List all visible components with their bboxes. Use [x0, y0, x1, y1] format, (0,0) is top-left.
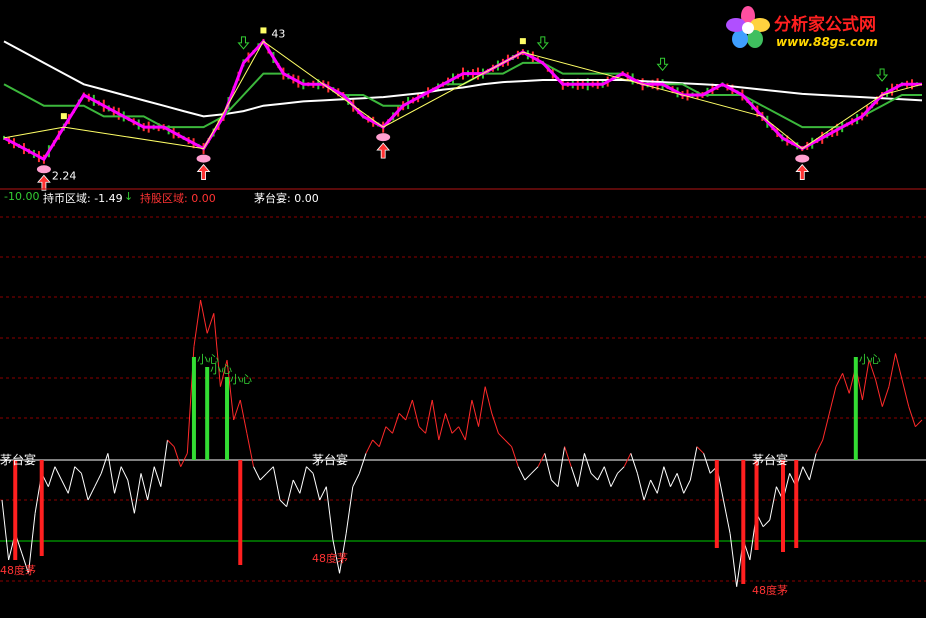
sell-signal-bar: [714, 460, 719, 548]
swing-high-marker: [260, 27, 267, 34]
warning-signal-bar: [205, 367, 210, 460]
event-label: 茅台宴: [0, 452, 36, 467]
price-high-label: 43: [271, 27, 285, 40]
sell-signal-bar: [238, 460, 243, 565]
buy-signal-icon: [196, 154, 211, 163]
flower-icon: [726, 6, 770, 48]
sell-signal-bar: [741, 460, 746, 584]
sell-signal-bar: [754, 460, 759, 550]
low-zone-label: 48度茅: [752, 583, 788, 597]
sell-signal-bar: [794, 460, 799, 548]
buy-signal-icon: [795, 154, 810, 163]
chart-canvas[interactable]: 432.24 小心小心小心小心茅台宴 茅台宴 茅台宴48度茅48度茅48度茅: [0, 0, 926, 614]
warning-label: 小心: [230, 373, 252, 386]
site-logo: 分析家公式网 www.88gs.com: [720, 4, 920, 56]
logo-title: 分析家公式网: [774, 15, 876, 35]
swing-high-marker: [519, 38, 526, 45]
event-label: 茅台宴: [752, 452, 788, 467]
low-zone-label: 48度茅: [0, 563, 36, 577]
legend-value-1: -10.00: [4, 190, 40, 203]
logo-url: www.88gs.com: [776, 35, 878, 49]
legend-hold-cash-label: 持币区域: -1.49: [43, 192, 123, 205]
warning-label: 小心: [210, 363, 232, 376]
warning-signal-bar: [191, 357, 196, 460]
legend-hold-stock-label: 持股区域: 0.00: [140, 192, 216, 205]
warning-label: 小心: [859, 353, 881, 366]
low-zone-label: 48度茅: [312, 551, 348, 565]
legend-maotai-label: 茅台宴: 0.00: [254, 192, 319, 205]
warning-signal-bar: [853, 357, 858, 460]
price-low-label: 2.24: [52, 169, 76, 182]
event-label: 茅台宴: [312, 452, 348, 467]
buy-signal-icon: [376, 133, 391, 142]
chart-window: 43 2.24 小心 小心 小心 小心 茅台宴 茅台宴 茅台宴 48度茅 48度茅 48度茅 -10…: [0, 0, 926, 614]
sell-signal-bar: [13, 460, 18, 560]
legend-arrow-down-icon: ↓: [124, 190, 134, 203]
swing-high-marker: [60, 113, 67, 120]
warning-signal-bar: [225, 377, 230, 460]
buy-signal-icon: [36, 165, 51, 174]
sell-signal-bar: [781, 460, 786, 552]
sell-signal-bar: [39, 460, 44, 556]
